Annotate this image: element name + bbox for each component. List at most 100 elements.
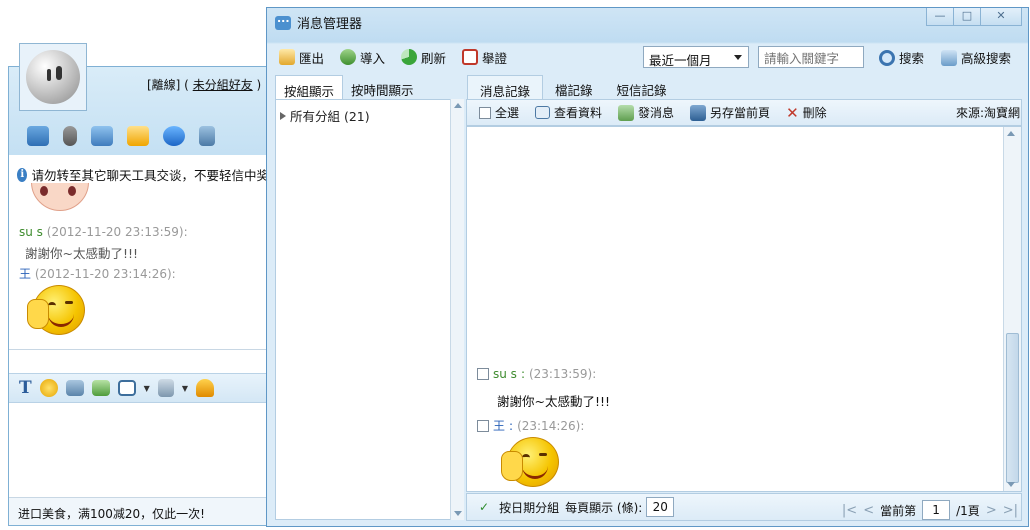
save-page-label: 另存當前頁	[710, 106, 771, 120]
expand-arrow-icon[interactable]	[280, 111, 286, 120]
search-input[interactable]	[758, 46, 864, 68]
save-page-button[interactable]: 另存當前頁	[690, 104, 770, 121]
tree-item-all-groups[interactable]: 所有分組 (21)	[280, 106, 370, 125]
chevron-down-icon[interactable]: ▼	[182, 384, 188, 393]
prev-page-icon[interactable]: <	[863, 503, 874, 518]
send-message-label: 發消息	[638, 106, 675, 120]
select-all-label: 全選	[495, 106, 520, 120]
microphone-icon[interactable]	[63, 126, 77, 146]
checkbox[interactable]	[479, 106, 491, 119]
advanced-search-icon	[941, 49, 957, 66]
format-toolbar: T ▼ ▼	[9, 373, 269, 403]
chat-icon	[275, 12, 291, 30]
scroll-down-icon[interactable]	[1007, 482, 1015, 487]
camera-icon[interactable]	[91, 126, 113, 146]
tree-item-label: 所有分組 (21)	[290, 109, 370, 124]
sender-name: 王	[19, 267, 32, 281]
ad-banner[interactable]: 进口美食，满100减20，仅此一次!	[9, 497, 269, 525]
advanced-search-button[interactable]: 高級搜索	[941, 48, 1011, 67]
chat-bubble-icon[interactable]	[127, 126, 149, 146]
page-input[interactable]: 1	[922, 500, 951, 520]
message-time: (2012-11-20 23:14:26):	[34, 267, 176, 281]
screenshot-icon[interactable]	[117, 380, 136, 396]
per-page-input[interactable]: 20	[646, 497, 675, 517]
folder-icon[interactable]	[27, 126, 49, 146]
picture-icon[interactable]	[91, 380, 110, 396]
user-icon[interactable]	[199, 126, 215, 146]
emoticon-icon[interactable]	[39, 379, 58, 397]
first-page-icon[interactable]: |<	[842, 503, 857, 518]
notice-text: 请勿转至其它聊天工具交谈，不要轻信中奖	[31, 168, 269, 183]
send-message-icon	[618, 104, 635, 121]
chat-toolbar	[9, 119, 269, 153]
avatar[interactable]	[19, 43, 87, 111]
tab-by-time[interactable]: 按時間顯示	[343, 75, 422, 99]
scroll-up-icon[interactable]	[454, 103, 462, 108]
scroll-up-icon[interactable]	[1007, 131, 1015, 136]
message-manager-window: 消息管理器 — □ ✕ 匯出 導入 刷新 舉證 最近一個月 搜索 高級搜索 按組…	[266, 7, 1029, 527]
record-row: su s: (23:13:59):	[477, 367, 596, 381]
chevron-down-icon[interactable]: ▼	[144, 384, 150, 393]
delete-button[interactable]: ✕ 刪除	[786, 104, 827, 122]
record-time: (23:13:59):	[528, 367, 597, 381]
record-text: 謝謝你~太感動了!!!	[497, 394, 611, 409]
bell-icon[interactable]	[195, 379, 214, 397]
import-button[interactable]: 導入	[340, 48, 385, 67]
left-scrollbar[interactable]	[450, 99, 464, 520]
report-button[interactable]: 舉證	[462, 48, 507, 67]
image-icon[interactable]	[65, 380, 84, 396]
records-scrollbar[interactable]	[1003, 127, 1021, 491]
per-page-label: 每頁顯示 (條):	[565, 500, 643, 515]
record-tabs: 消息記錄 檔記錄 短信記錄	[467, 75, 1022, 99]
window-title: 消息管理器	[275, 12, 363, 32]
record-checkbox[interactable]	[477, 368, 489, 380]
group-link[interactable]: 未分組好友	[193, 78, 253, 92]
export-button[interactable]: 匯出	[279, 48, 324, 67]
last-page-icon[interactable]: >|	[1003, 503, 1018, 518]
tab-file-records[interactable]: 檔記錄	[543, 75, 605, 99]
current-page-label: 當前第	[880, 503, 917, 518]
save-icon	[690, 104, 707, 121]
export-icon	[279, 49, 295, 65]
maximize-button[interactable]: □	[953, 8, 981, 26]
date-range-select[interactable]: 最近一個月	[643, 46, 749, 68]
send-message-button[interactable]: 發消息	[618, 104, 674, 121]
refresh-button[interactable]: 刷新	[401, 48, 446, 67]
record-toolbar: 全選 查看資料 發消息 另存當前頁 ✕ 刪除	[466, 99, 1022, 126]
message-meta: su s (2012-11-20 23:13:59):	[19, 225, 188, 239]
select-all-checkbox[interactable]: 全選	[479, 104, 519, 121]
search-button[interactable]: 搜索	[879, 48, 924, 67]
scroll-down-icon[interactable]	[454, 511, 462, 516]
refresh-label: 刷新	[421, 50, 447, 66]
source-label: 來源:淘寶網	[955, 106, 1020, 120]
search-icon	[879, 49, 895, 66]
view-profile-label: 查看資料	[554, 106, 603, 120]
minimize-button[interactable]: —	[926, 8, 954, 26]
profile-card-icon	[535, 106, 551, 119]
group-tree: 所有分組 (21)	[275, 99, 463, 520]
view-profile-button[interactable]: 查看資料	[535, 104, 602, 121]
close-button[interactable]: ✕	[980, 8, 1022, 26]
scroll-thumb[interactable]	[1006, 333, 1019, 483]
records-panel: su s: (23:13:59): 謝謝你~太感動了!!! 王 : (23:14:2…	[466, 126, 1022, 492]
tab-by-group[interactable]: 按組顯示	[275, 75, 344, 99]
tab-message-records[interactable]: 消息記錄	[467, 75, 544, 99]
font-icon[interactable]: T	[19, 378, 32, 398]
delete-icon: ✕	[786, 103, 799, 122]
window-title-text: 消息管理器	[297, 17, 363, 32]
separator: :	[509, 418, 514, 433]
globe-icon[interactable]	[163, 126, 185, 146]
report-icon	[462, 49, 479, 65]
import-label: 導入	[360, 50, 386, 66]
tab-sms-records[interactable]: 短信記錄	[605, 75, 679, 99]
date-range-value: 最近一個月	[649, 53, 712, 68]
group-by-date-checkbox[interactable]: ✓	[479, 500, 489, 514]
divider	[9, 349, 269, 350]
message-time: (2012-11-20 23:13:59):	[46, 225, 188, 239]
next-page-icon[interactable]: >	[986, 503, 997, 518]
calculator-icon[interactable]	[157, 379, 174, 397]
report-label: 舉證	[482, 50, 508, 66]
info-icon: i	[17, 167, 28, 182]
status-text: [離線] (	[147, 78, 193, 92]
record-checkbox[interactable]	[477, 419, 489, 432]
